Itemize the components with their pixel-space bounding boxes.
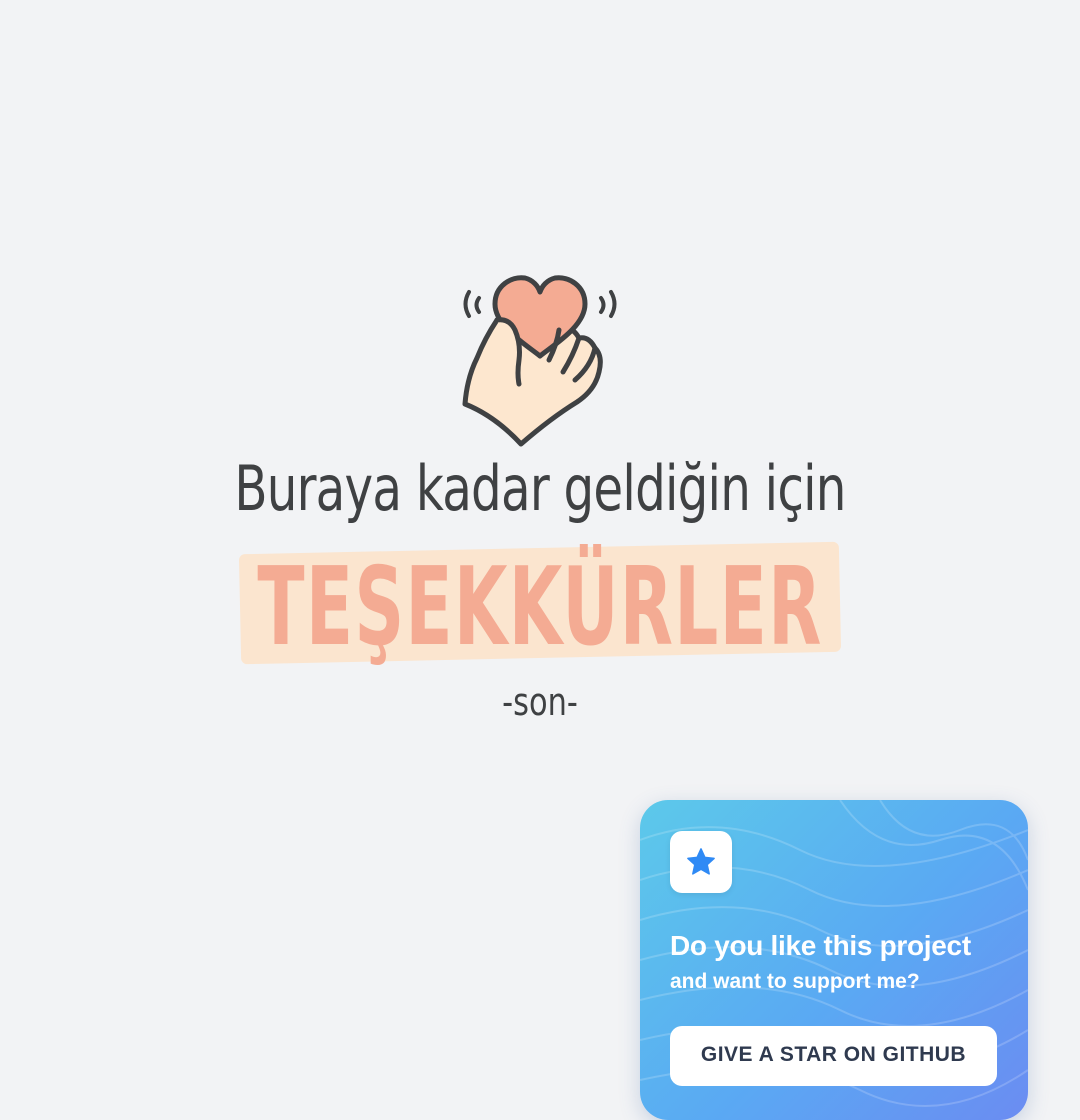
end-label: -son-	[502, 680, 578, 724]
page-title: TEŞEKKÜRLER	[257, 545, 823, 670]
promo-subheading: and want to support me?	[670, 970, 920, 993]
star-icon	[687, 848, 715, 875]
subtitle-text: Buraya kadar geldiğin için	[234, 452, 846, 525]
github-promo-card: Do you like this project and want to sup…	[640, 800, 1028, 1120]
promo-heading: Do you like this project	[670, 930, 971, 961]
hand-holding-heart-icon	[455, 268, 625, 448]
give-star-github-button[interactable]: GIVE A STAR ON GITHUB	[670, 1026, 997, 1086]
star-badge	[670, 831, 732, 893]
